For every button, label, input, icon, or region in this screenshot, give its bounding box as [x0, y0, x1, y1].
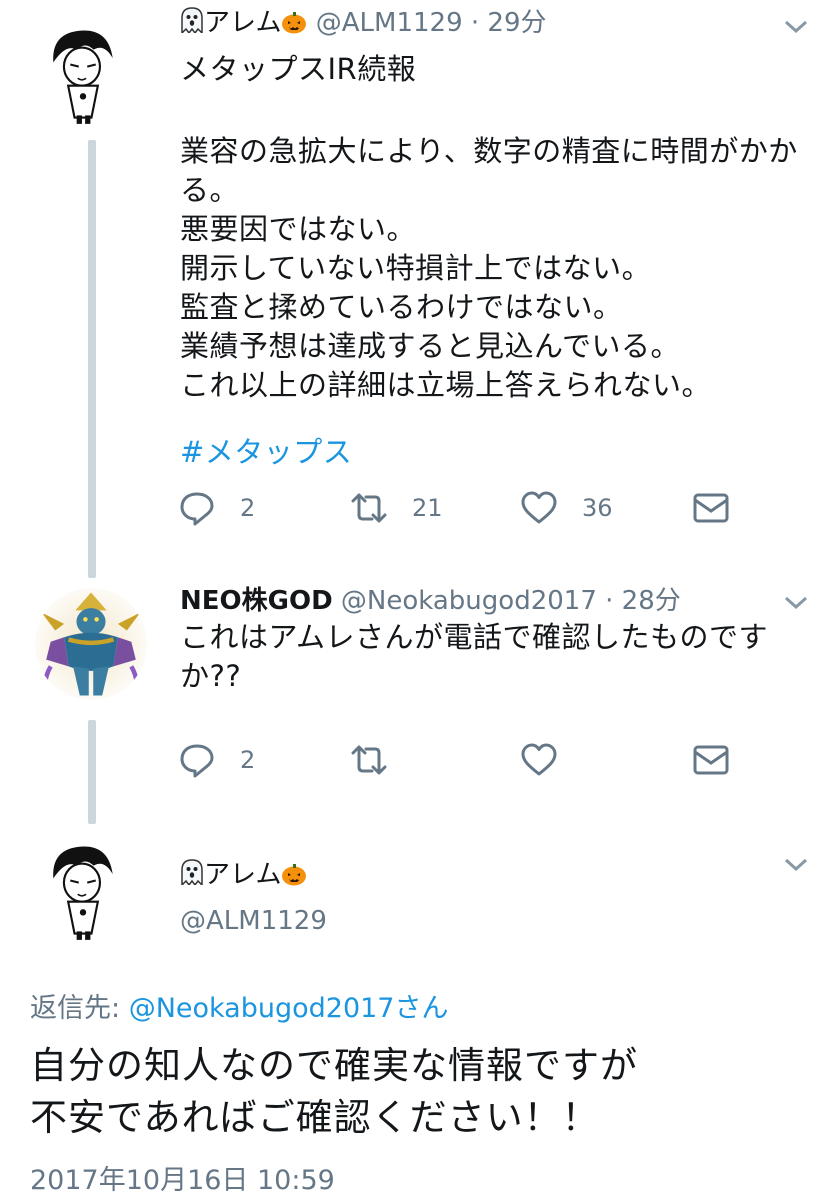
ghost-icon [180, 859, 204, 894]
tweet-line: 悪要因ではない。 [180, 212, 417, 246]
handle-row: @ALM1129 [180, 904, 810, 938]
like-count: 36 [582, 494, 613, 522]
reply-icon [180, 492, 214, 526]
reply-to-link[interactable]: @Neokabugod2017さん [129, 993, 449, 1024]
avatar[interactable] [35, 588, 147, 700]
tweet-line: 業容の急拡大により、数字の精査に時間がかか [180, 134, 798, 168]
tweet-line: 業績予想は達成すると見込んでいる。 [180, 329, 681, 363]
direct-message-button[interactable] [692, 740, 730, 780]
reply-button[interactable]: 2 [178, 488, 255, 528]
like-button[interactable] [520, 740, 558, 780]
tweet-header: NEO株GOD @Neokabugod2017 · 28分 [180, 584, 810, 618]
tweet: アレム @ALM1129 · 29分 メタップスIR続報 業容の急拡大により、数… [180, 6, 810, 472]
retweet-icon [351, 745, 387, 775]
chevron-down-icon[interactable] [783, 594, 809, 612]
like-button[interactable]: 36 [520, 488, 613, 528]
retweet-icon [351, 493, 387, 523]
dm-icon [693, 745, 729, 775]
tweet-actions: 2 [178, 740, 738, 780]
tweet-line: か?? [180, 659, 242, 693]
dm-icon [693, 493, 729, 523]
retweet-button[interactable]: 21 [350, 488, 443, 528]
tweet-time[interactable]: 29分 [487, 8, 546, 38]
thread-line [88, 140, 96, 578]
user-handle[interactable]: @ALM1129 [316, 8, 463, 38]
tweet-author: アレム @ALM1129 [180, 858, 810, 938]
display-name[interactable]: アレム [204, 860, 281, 890]
tweet-line [180, 405, 810, 433]
reply-count: 2 [240, 494, 256, 522]
tweet-line: 監査と揉めているわけではない。 [180, 290, 623, 324]
user-handle[interactable]: @ALM1129 [180, 906, 327, 936]
tweet: NEO株GOD @Neokabugod2017 · 28分 これはアムレさんが電… [180, 584, 810, 696]
ghost-icon [180, 7, 204, 42]
display-name-row: アレム [180, 858, 810, 894]
reply-count: 2 [240, 746, 256, 774]
reply-button[interactable]: 2 [178, 740, 255, 780]
chevron-down-icon[interactable] [783, 856, 809, 874]
chevron-down-icon[interactable] [783, 18, 809, 36]
pumpkin-icon [281, 861, 307, 886]
tweet-line: 不安であればご確認ください！！ [30, 1096, 600, 1139]
tweet-line: メタップスIR続報 [180, 52, 417, 86]
direct-message-button[interactable] [692, 488, 730, 528]
reply-icon [180, 744, 214, 778]
pumpkin-icon [281, 9, 307, 34]
tweet-timestamp[interactable]: 2017年10月16日 10:59 [30, 1158, 335, 1197]
tweet-line: る。 [180, 173, 240, 207]
tweet-line [180, 89, 810, 132]
hashtag-link[interactable]: #メタップス [180, 433, 810, 472]
retweet-button[interactable] [350, 740, 388, 780]
separator-dot: · [605, 586, 614, 616]
tweet-actions: 2 21 36 [178, 488, 738, 528]
tweet-time[interactable]: 28分 [622, 586, 681, 616]
tweet-line: これ以上の詳細は立場上答えられない。 [180, 368, 712, 402]
tweet-line: 自分の知人なので確実な情報ですが [30, 1044, 638, 1087]
like-icon [521, 491, 557, 524]
display-name[interactable]: NEO株GOD [180, 586, 333, 616]
tweet-text: これはアムレさんが電話で確認したものです か?? [180, 618, 810, 696]
retweet-count: 21 [412, 494, 443, 522]
tweet-line: これはアムレさんが電話で確認したものです [180, 620, 768, 654]
tweet-text: メタップスIR続報 業容の急拡大により、数字の精査に時間がかか る。 悪要因では… [180, 50, 810, 472]
thread-line [88, 720, 96, 824]
reply-to-line: 返信先: @Neokabugod2017さん [30, 986, 448, 1025]
reply-to-label: 返信先: [30, 993, 129, 1024]
tweet-header: アレム @ALM1129 · 29分 [180, 6, 810, 42]
user-handle[interactable]: @Neokabugod2017 [341, 586, 597, 616]
avatar[interactable] [30, 20, 136, 126]
avatar[interactable] [30, 836, 136, 942]
separator-dot: · [470, 8, 480, 38]
tweet-text: 自分の知人なので確実な情報ですが 不安であればご確認ください！！ [30, 1040, 638, 1144]
display-name[interactable]: アレム [204, 8, 281, 38]
like-icon [521, 743, 557, 776]
tweet-line: 開示していない特損計上ではない。 [180, 251, 652, 285]
